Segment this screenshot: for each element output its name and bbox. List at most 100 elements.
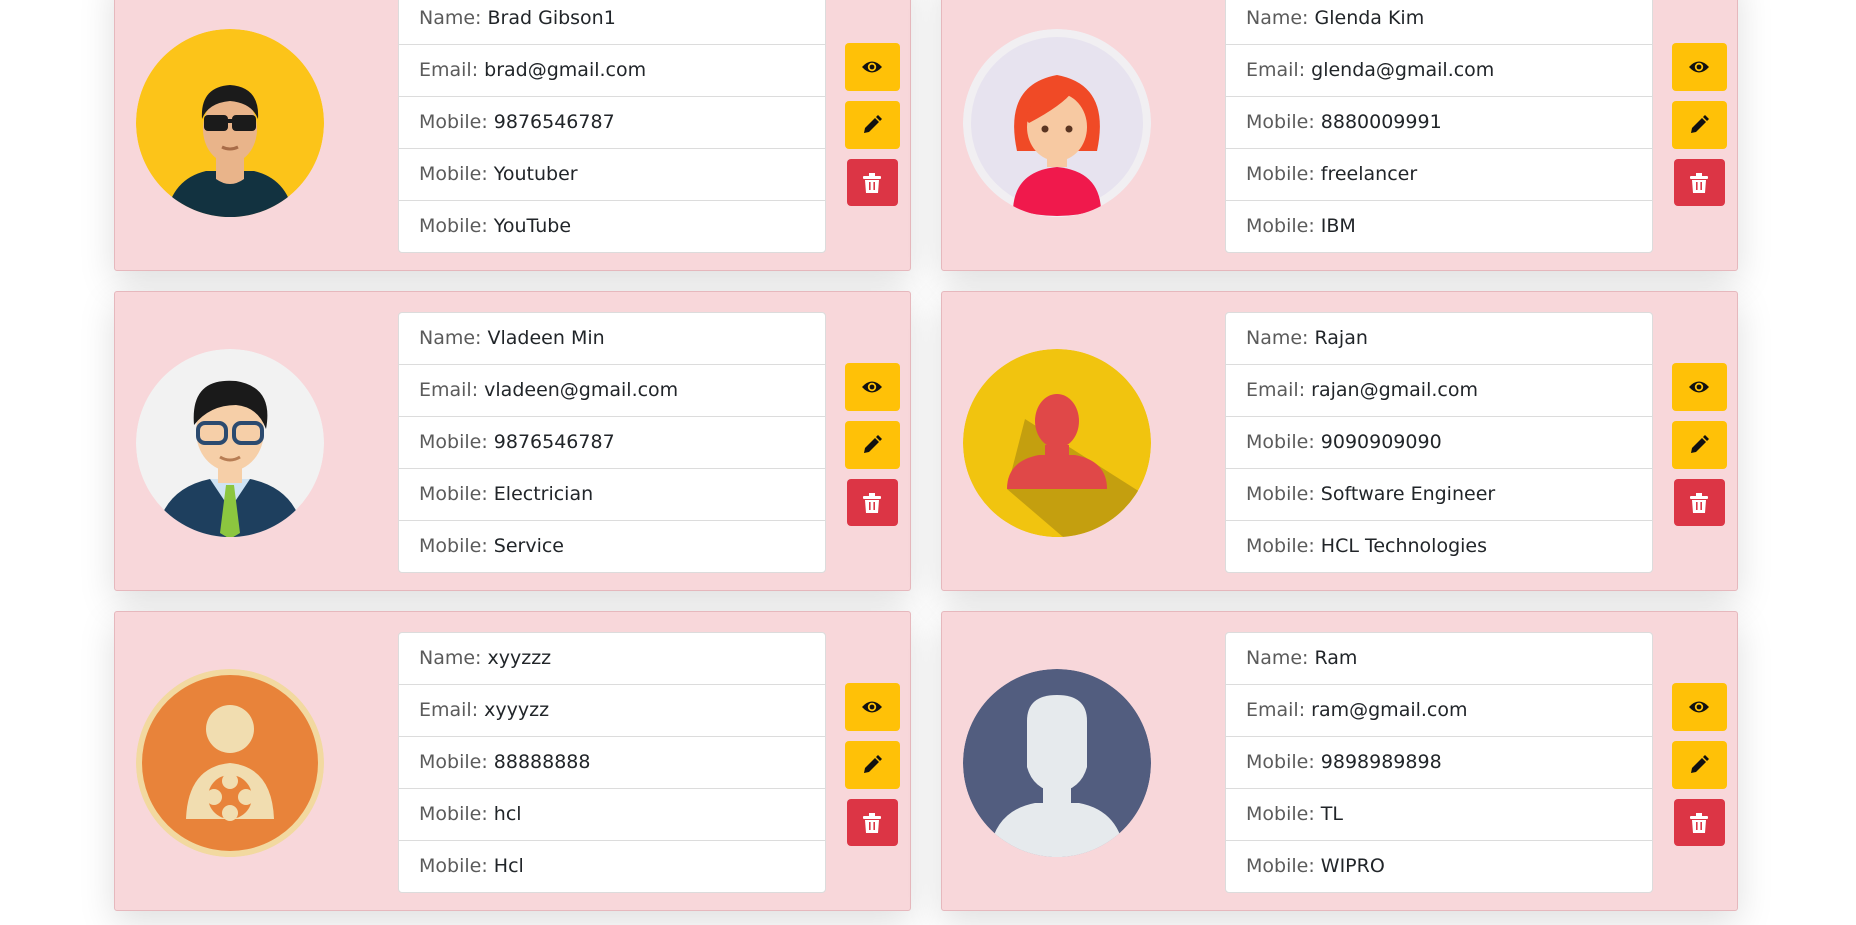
mobile-label: Mobile:: [419, 431, 494, 453]
contact-avatar: [963, 29, 1151, 217]
delete-button[interactable]: [1673, 799, 1725, 846]
title-label: Mobile:: [1246, 483, 1321, 505]
eye-icon: [1689, 701, 1709, 713]
contact-name-row: Name: Ram: [1226, 633, 1652, 684]
contact-title-row: Mobile: Electrician: [399, 468, 825, 520]
pencil-icon: [1691, 435, 1709, 453]
delete-button[interactable]: [846, 479, 898, 526]
eye-icon: [1689, 381, 1709, 393]
pencil-icon: [1691, 115, 1709, 133]
contact-company-row: Mobile: IBM: [1226, 200, 1652, 252]
email-label: Email:: [419, 699, 485, 721]
contact-company: IBM: [1320, 215, 1356, 237]
view-button[interactable]: [844, 43, 900, 91]
edit-button[interactable]: [1671, 101, 1727, 149]
trash-icon: [863, 492, 881, 513]
contact-company: WIPRO: [1320, 855, 1385, 877]
contact-mobile-row: Mobile: 9876546787: [399, 96, 825, 148]
contact-avatar: [136, 669, 324, 857]
edit-button[interactable]: [1671, 741, 1727, 789]
contact-company-row: Mobile: HCL Technologies: [1226, 520, 1652, 572]
name-label: Name:: [419, 327, 488, 349]
contact-grid: Name: Brad Gibson1 Email: brad@gmail.com…: [114, 0, 1738, 911]
contact-email: ram@gmail.com: [1311, 699, 1468, 721]
contact-name: Glenda Kim: [1314, 7, 1425, 29]
contact-name: Vladeen Min: [487, 327, 605, 349]
woman-red-hair-avatar: [963, 29, 1151, 217]
contact-name: Ram: [1314, 647, 1358, 669]
title-label: Mobile:: [1246, 803, 1321, 825]
contact-email: xyyyzz: [484, 699, 550, 721]
contact-name-row: Name: Glenda Kim: [1226, 0, 1652, 44]
contact-avatar: [136, 349, 324, 537]
company-label: Mobile:: [1246, 855, 1321, 877]
company-label: Mobile:: [419, 855, 494, 877]
contact-company-row: Mobile: WIPRO: [1226, 840, 1652, 892]
mobile-label: Mobile:: [419, 751, 494, 773]
contact-details: Name: Glenda Kim Email: glenda@gmail.com…: [1225, 0, 1653, 253]
view-button[interactable]: [1671, 43, 1727, 91]
contact-title: hcl: [493, 803, 522, 825]
delete-button[interactable]: [1673, 159, 1725, 206]
contact-name-row: Name: xyyzzz: [399, 633, 825, 684]
man-glasses-suit-avatar: [136, 349, 324, 537]
contact-company: YouTube: [493, 215, 572, 237]
contact-card: Name: Ram Email: ram@gmail.com Mobile: 9…: [941, 611, 1738, 911]
contact-title: Software Engineer: [1320, 483, 1496, 505]
contact-actions: [1671, 43, 1727, 216]
view-button[interactable]: [1671, 363, 1727, 411]
delete-button[interactable]: [846, 159, 898, 206]
contact-mobile-row: Mobile: 8880009991: [1226, 96, 1652, 148]
email-label: Email:: [1246, 379, 1312, 401]
contact-mobile: 88888888: [493, 751, 591, 773]
grey-silhouette-avatar: [963, 669, 1151, 857]
contact-title-row: Mobile: Youtuber: [399, 148, 825, 200]
contact-name-row: Name: Vladeen Min: [399, 313, 825, 364]
email-label: Email:: [1246, 59, 1312, 81]
contact-details: Name: Brad Gibson1 Email: brad@gmail.com…: [398, 0, 826, 253]
red-silhouette-avatar: [963, 349, 1151, 537]
contact-mobile: 9876546787: [493, 431, 615, 453]
orange-flower-user-avatar: [136, 669, 324, 857]
contact-mobile: 9876546787: [493, 111, 615, 133]
contact-actions: [844, 43, 900, 216]
email-label: Email:: [419, 59, 485, 81]
contact-title: Electrician: [493, 483, 594, 505]
edit-button[interactable]: [844, 421, 900, 469]
edit-button[interactable]: [844, 101, 900, 149]
view-button[interactable]: [1671, 683, 1727, 731]
contact-card: Name: Vladeen Min Email: vladeen@gmail.c…: [114, 291, 911, 591]
contact-title: freelancer: [1320, 163, 1418, 185]
contact-details: Name: xyyzzz Email: xyyyzz Mobile: 88888…: [398, 632, 826, 893]
contact-mobile: 9090909090: [1320, 431, 1442, 453]
contact-avatar: [963, 349, 1151, 537]
contact-details: Name: Rajan Email: rajan@gmail.com Mobil…: [1225, 312, 1653, 573]
trash-icon: [1690, 492, 1708, 513]
trash-icon: [1690, 172, 1708, 193]
contact-title-row: Mobile: freelancer: [1226, 148, 1652, 200]
contact-name-row: Name: Rajan: [1226, 313, 1652, 364]
title-label: Mobile:: [419, 483, 494, 505]
title-label: Mobile:: [419, 163, 494, 185]
company-label: Mobile:: [419, 535, 494, 557]
delete-button[interactable]: [1673, 479, 1725, 526]
mobile-label: Mobile:: [1246, 751, 1321, 773]
view-button[interactable]: [844, 683, 900, 731]
contact-details: Name: Vladeen Min Email: vladeen@gmail.c…: [398, 312, 826, 573]
edit-button[interactable]: [844, 741, 900, 789]
pencil-icon: [864, 755, 882, 773]
trash-icon: [863, 812, 881, 833]
contact-mobile: 8880009991: [1320, 111, 1442, 133]
contact-card: Name: Brad Gibson1 Email: brad@gmail.com…: [114, 0, 911, 271]
trash-icon: [863, 172, 881, 193]
edit-button[interactable]: [1671, 421, 1727, 469]
contact-title-row: Mobile: TL: [1226, 788, 1652, 840]
view-button[interactable]: [844, 363, 900, 411]
contact-title-row: Mobile: hcl: [399, 788, 825, 840]
contact-card: Name: xyyzzz Email: xyyyzz Mobile: 88888…: [114, 611, 911, 911]
delete-button[interactable]: [846, 799, 898, 846]
contact-mobile-row: Mobile: 88888888: [399, 736, 825, 788]
eye-icon: [1689, 61, 1709, 73]
contact-company: HCL Technologies: [1320, 535, 1488, 557]
contact-email: glenda@gmail.com: [1311, 59, 1495, 81]
